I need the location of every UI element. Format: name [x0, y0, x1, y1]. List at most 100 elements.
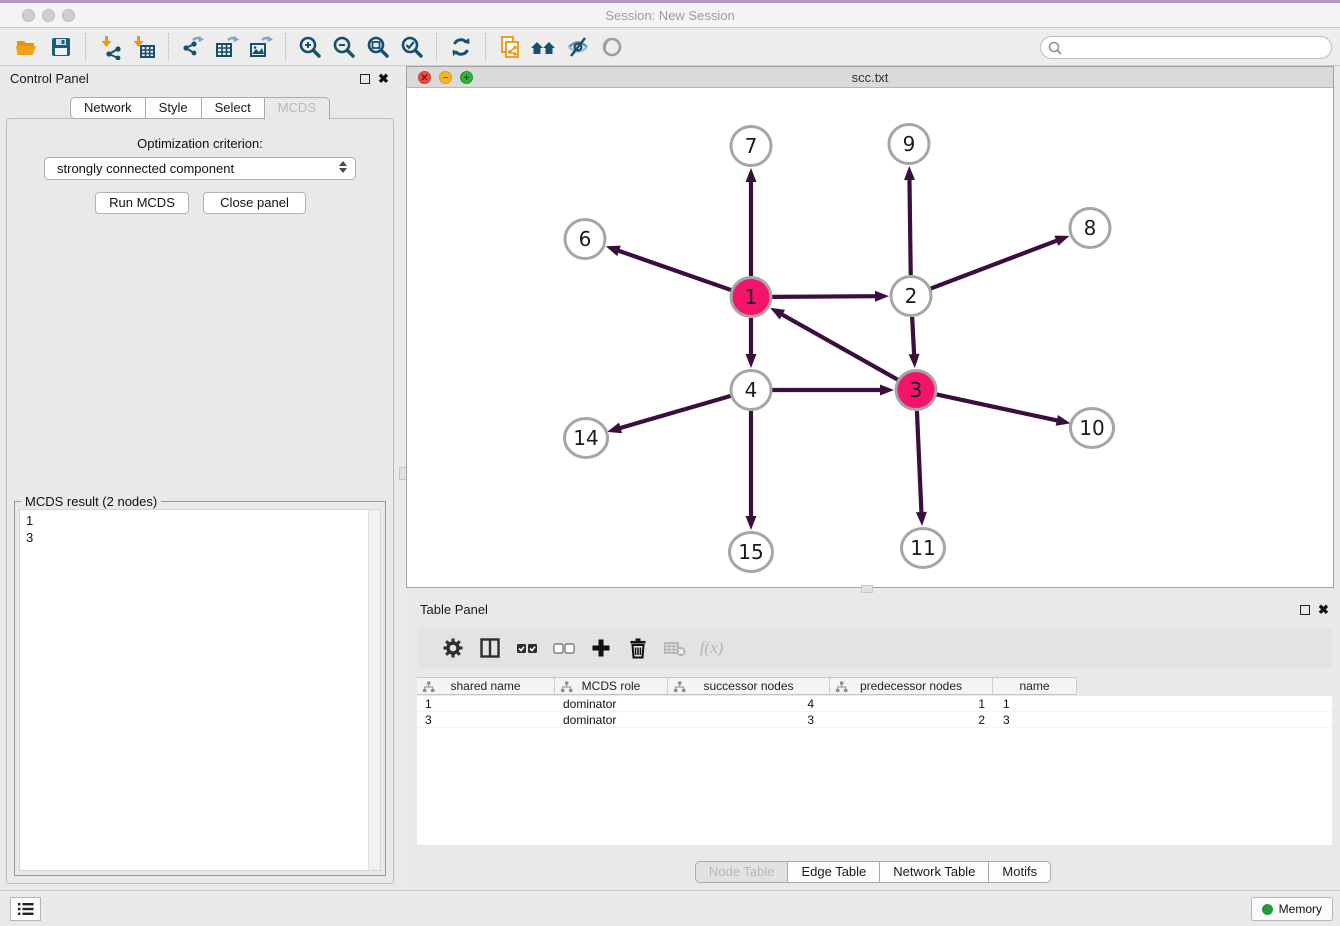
memory-button[interactable]: Memory: [1251, 897, 1333, 921]
table-cell: 3: [417, 712, 555, 727]
table-tab-motifs[interactable]: Motifs: [988, 861, 1051, 883]
control-tab-mcds[interactable]: MCDS: [264, 97, 330, 120]
table-row[interactable]: 3dominator323: [417, 712, 1332, 728]
export-network-icon[interactable]: [176, 32, 210, 62]
mcds-result-list[interactable]: 13: [19, 509, 381, 871]
main-toolbar: [0, 29, 1340, 66]
save-session-icon[interactable]: [44, 32, 78, 62]
column-header-shared-name[interactable]: shared name: [417, 678, 555, 694]
table-cell: 2: [830, 712, 993, 727]
search-box[interactable]: [1040, 36, 1332, 59]
delete-table-icon[interactable]: [656, 633, 693, 663]
graph-node-label: 10: [1079, 416, 1104, 440]
zoom-selected-icon[interactable]: [395, 32, 429, 62]
add-column-icon[interactable]: [582, 633, 619, 663]
close-panel-icon[interactable]: ✖: [378, 71, 389, 87]
graph-edge-1-2[interactable]: [772, 296, 877, 297]
table-tab-edge-table[interactable]: Edge Table: [787, 861, 880, 883]
select-all-columns-icon[interactable]: [508, 633, 545, 663]
column-settings-icon[interactable]: [434, 633, 471, 663]
window-title: Session: New Session: [0, 3, 1340, 28]
network-view-title: scc.txt: [407, 67, 1333, 88]
graph-edge-3-10[interactable]: [937, 394, 1059, 420]
toolbar-separator: [85, 33, 86, 61]
table-tab-node-table[interactable]: Node Table: [695, 861, 789, 883]
edge-arrowhead: [880, 385, 894, 396]
criterion-select[interactable]: strongly connected component: [44, 157, 356, 180]
table-cell: 4: [668, 696, 830, 711]
table-cell: dominator: [555, 696, 668, 711]
graph-node-label: 6: [579, 227, 592, 251]
table-cell: 1: [993, 696, 1077, 711]
edge-arrowhead: [746, 168, 757, 182]
result-scrollbar[interactable]: [368, 510, 380, 870]
graph-node-label: 7: [745, 134, 758, 158]
edge-arrowhead: [1054, 236, 1069, 246]
network-graph[interactable]: 1234678910111415: [407, 88, 1333, 587]
delete-column-icon[interactable]: [619, 633, 656, 663]
table-toolbar: f(x): [418, 627, 1332, 668]
show-glass-panel-icon[interactable]: [595, 32, 629, 62]
run-mcds-button[interactable]: Run MCDS: [95, 192, 189, 214]
toolbar-separator: [485, 33, 486, 61]
export-image-icon[interactable]: [244, 32, 278, 62]
table-panel-title: Table Panel: [420, 602, 488, 617]
clone-network-icon[interactable]: [493, 32, 527, 62]
network-window-titlebar[interactable]: ✕ − + scc.txt: [407, 67, 1333, 88]
float-table-panel-icon[interactable]: [1300, 605, 1310, 615]
toolbar-separator: [168, 33, 169, 61]
zoom-in-icon[interactable]: [293, 32, 327, 62]
column-header-MCDS-role[interactable]: MCDS role: [555, 678, 668, 694]
close-table-panel-icon[interactable]: ✖: [1318, 602, 1329, 618]
horizontal-splitter-grip[interactable]: [861, 585, 873, 593]
graph-edge-3-11[interactable]: [917, 411, 922, 514]
table-tab-network-table[interactable]: Network Table: [879, 861, 989, 883]
graph-node-label: 15: [738, 540, 763, 564]
zoom-fit-icon[interactable]: [361, 32, 395, 62]
graph-edge-2-9[interactable]: [909, 178, 910, 275]
graph-node-label: 1: [745, 285, 758, 309]
table-body[interactable]: 1dominator4113dominator323: [417, 696, 1332, 845]
control-tab-select[interactable]: Select: [201, 97, 265, 119]
column-header-successor-nodes[interactable]: successor nodes: [668, 678, 830, 694]
search-input[interactable]: [1063, 37, 1331, 58]
control-tab-network[interactable]: Network: [70, 97, 146, 119]
graph-edge-3-1[interactable]: [781, 314, 898, 380]
column-header-predecessor-nodes[interactable]: predecessor nodes: [830, 678, 993, 694]
list-icon: [16, 900, 36, 918]
table-panel-tabs: Node TableEdge TableNetwork TableMotifs: [406, 861, 1340, 883]
graph-edge-4-14[interactable]: [619, 396, 731, 429]
zoom-out-icon[interactable]: [327, 32, 361, 62]
toolbar-separator: [285, 33, 286, 61]
split-table-icon[interactable]: [471, 633, 508, 663]
graph-edge-2-3[interactable]: [912, 317, 914, 356]
table-cell: 1: [417, 696, 555, 711]
float-panel-icon[interactable]: [360, 74, 370, 84]
control-tab-style[interactable]: Style: [145, 97, 202, 119]
optimization-criterion-label: Optimization criterion:: [0, 136, 400, 151]
graph-edge-1-6[interactable]: [617, 250, 731, 290]
app-titlebar: Session: New Session: [0, 3, 1340, 28]
toolbar-separator: [436, 33, 437, 61]
task-history-button[interactable]: [10, 897, 41, 921]
graph-edge-2-8[interactable]: [931, 240, 1059, 288]
import-network-icon[interactable]: [93, 32, 127, 62]
column-header-name[interactable]: name: [993, 678, 1077, 694]
first-neighbors-icon[interactable]: [527, 32, 561, 62]
export-table-icon[interactable]: [210, 32, 244, 62]
table-cell: 1: [830, 696, 993, 711]
edge-arrowhead: [746, 354, 757, 368]
control-panel-tabs: NetworkStyleSelectMCDS: [0, 97, 400, 120]
function-builder-icon[interactable]: f(x): [693, 633, 730, 663]
graph-node-label: 14: [573, 426, 598, 450]
open-session-icon[interactable]: [10, 32, 44, 62]
table-row[interactable]: 1dominator411: [417, 696, 1332, 712]
deselect-all-columns-icon[interactable]: [545, 633, 582, 663]
refresh-view-icon[interactable]: [444, 32, 478, 62]
edge-arrowhead: [916, 512, 927, 526]
import-table-icon[interactable]: [127, 32, 161, 62]
hide-glass-panel-icon[interactable]: [561, 32, 595, 62]
close-panel-button[interactable]: Close panel: [203, 192, 306, 214]
network-canvas[interactable]: 1234678910111415: [407, 88, 1333, 587]
graph-node-label: 3: [910, 378, 923, 402]
